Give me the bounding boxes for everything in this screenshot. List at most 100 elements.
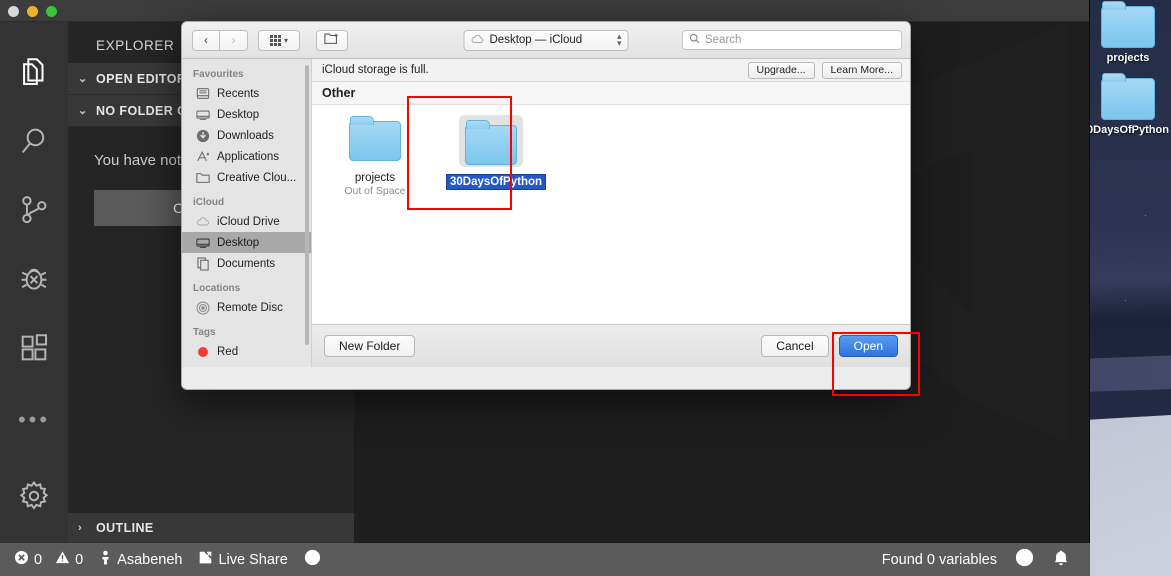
upgrade-button[interactable]: Upgrade... <box>747 61 815 79</box>
notice-text: iCloud storage is full. <box>322 64 429 76</box>
sidebar-item-applications[interactable]: Applications <box>182 146 311 167</box>
person-icon <box>99 550 112 570</box>
learn-more-button[interactable]: Learn More... <box>821 61 902 79</box>
sidebar-item-remote-disc[interactable]: Remote Disc <box>182 297 311 318</box>
activity-item-manage[interactable] <box>0 454 68 543</box>
live-share-label: Live Share <box>218 551 288 568</box>
folder-icon <box>347 116 403 165</box>
disc-icon <box>196 301 210 315</box>
dialog-footer: New Folder Cancel Open <box>312 324 910 367</box>
sidebar-group-header: Tags <box>193 327 216 338</box>
status-notifications[interactable] <box>1052 549 1070 571</box>
sidebar-item-icloud-desktop[interactable]: Desktop <box>182 232 311 253</box>
status-account[interactable]: Asabeneh <box>99 550 182 570</box>
activity-item-debug[interactable] <box>0 247 68 316</box>
desktop-icon-30daysofpython[interactable]: 0DaysOfPython <box>1085 64 1171 136</box>
folder-icon <box>1101 1 1155 48</box>
account-label: Asabeneh <box>117 551 183 568</box>
sidebar-item-creative-cloud[interactable]: Creative Clou... <box>182 167 311 188</box>
activity-item-search[interactable] <box>0 109 68 178</box>
sidebar-item-recents[interactable]: Recents <box>182 83 311 104</box>
open-button[interactable]: Open <box>838 335 898 357</box>
new-folder-toolbar-button[interactable] <box>316 29 348 51</box>
folder-icon <box>196 171 210 185</box>
files-icon <box>17 55 51 94</box>
source-control-icon <box>17 193 51 232</box>
sidebar-item-downloads[interactable]: Downloads <box>182 125 311 146</box>
status-bar: 0 0 Asabeneh Live Share Found 0 variable… <box>0 543 1090 576</box>
activity-item-source-control[interactable] <box>0 178 68 247</box>
error-icon <box>14 550 29 569</box>
new-folder-button[interactable]: New Folder <box>324 335 416 357</box>
dialog-sidebar: Favourites Recents Desktop Downloads App… <box>182 59 312 367</box>
activity-bar: ••• <box>0 22 68 543</box>
sidebar-item-label: Desktop <box>217 108 260 121</box>
sidebar-item-desktop[interactable]: Desktop <box>182 104 311 125</box>
bell-icon <box>1052 549 1070 571</box>
ellipsis-icon: ••• <box>17 406 51 432</box>
window-controls <box>8 6 57 17</box>
folder-icon <box>459 115 523 167</box>
sidebar-item-icloud-drive[interactable]: iCloud Drive <box>182 211 311 232</box>
sidebar-item-label: Desktop <box>217 236 260 249</box>
search-icon <box>689 33 700 47</box>
search-input[interactable]: Search <box>682 30 902 50</box>
desktop-icon <box>196 236 210 250</box>
sidebar-scrollbar[interactable] <box>305 65 309 345</box>
clock-icon <box>304 549 321 570</box>
nav-button-group: ‹ › <box>192 29 248 51</box>
error-count: 0 <box>34 551 43 568</box>
chevron-down-icon: ⌄ <box>78 73 88 85</box>
close-button[interactable] <box>8 6 19 17</box>
live-share-icon <box>198 550 213 569</box>
status-feedback[interactable] <box>1015 548 1034 571</box>
debug-icon <box>17 262 51 301</box>
status-problems[interactable]: 0 0 <box>14 550 83 569</box>
desktop-icon-label: 0DaysOfPython <box>1087 124 1169 136</box>
cloud-icon <box>471 34 485 47</box>
activity-item-more[interactable]: ••• <box>0 385 68 454</box>
status-clock[interactable] <box>304 549 321 570</box>
sidebar-group-header: Locations <box>193 283 241 294</box>
chevron-down-icon: ▾ <box>283 35 288 45</box>
zoom-button[interactable] <box>46 6 57 17</box>
back-button[interactable]: ‹ <box>192 29 220 51</box>
grid-view-icon <box>269 34 281 46</box>
file-group-header: Other <box>312 82 910 105</box>
cloud-icon <box>196 215 210 229</box>
wallpaper-star <box>1125 300 1126 301</box>
search-icon <box>17 124 51 163</box>
path-label: Desktop — iCloud <box>489 34 583 46</box>
downloads-icon <box>196 129 210 143</box>
forward-button[interactable]: › <box>220 29 248 51</box>
desktop-icon <box>196 108 210 122</box>
section-outline[interactable]: › OUTLINE <box>68 513 354 543</box>
desktop-icon-label: projects <box>1106 52 1150 64</box>
desktop-icon-list: projects 0DaysOfPython <box>1085 0 1171 136</box>
section-label: OUTLINE <box>96 521 154 535</box>
extensions-icon <box>17 331 51 370</box>
new-folder-icon <box>324 32 340 48</box>
cancel-button[interactable]: Cancel <box>761 335 829 357</box>
chevron-down-icon: ⌄ <box>78 105 88 117</box>
minimize-button[interactable] <box>27 6 38 17</box>
path-popup-button[interactable]: Desktop — iCloud ▴ ▾ <box>463 29 629 51</box>
icloud-storage-notice: iCloud storage is full. Upgrade... Learn… <box>312 59 910 82</box>
wallpaper-star <box>1145 215 1146 216</box>
activity-item-explorer[interactable] <box>0 40 68 109</box>
smiley-icon <box>1015 548 1034 571</box>
status-variables[interactable]: Found 0 variables <box>882 552 997 568</box>
desktop-icon-projects[interactable]: projects <box>1085 0 1171 64</box>
variables-label: Found 0 variables <box>881 551 997 568</box>
file-item-projects[interactable]: projects Out of Space <box>330 116 420 197</box>
dialog-content: iCloud storage is full. Upgrade... Learn… <box>312 59 910 367</box>
view-mode-button[interactable]: ▾ <box>258 29 300 51</box>
file-item-30daysofpython[interactable]: 30DaysOfPython <box>446 115 547 197</box>
sidebar-item-label: Downloads <box>217 129 274 142</box>
sidebar-item-documents[interactable]: Documents <box>182 253 311 274</box>
activity-item-extensions[interactable] <box>0 316 68 385</box>
sidebar-group-header: Favourites <box>193 69 244 80</box>
dialog-toolbar: ‹ › ▾ Desktop — iCloud ▴ ▾ Search <box>182 22 910 59</box>
status-live-share[interactable]: Live Share <box>198 550 288 569</box>
sidebar-item-tag-red[interactable]: Red <box>182 341 311 362</box>
